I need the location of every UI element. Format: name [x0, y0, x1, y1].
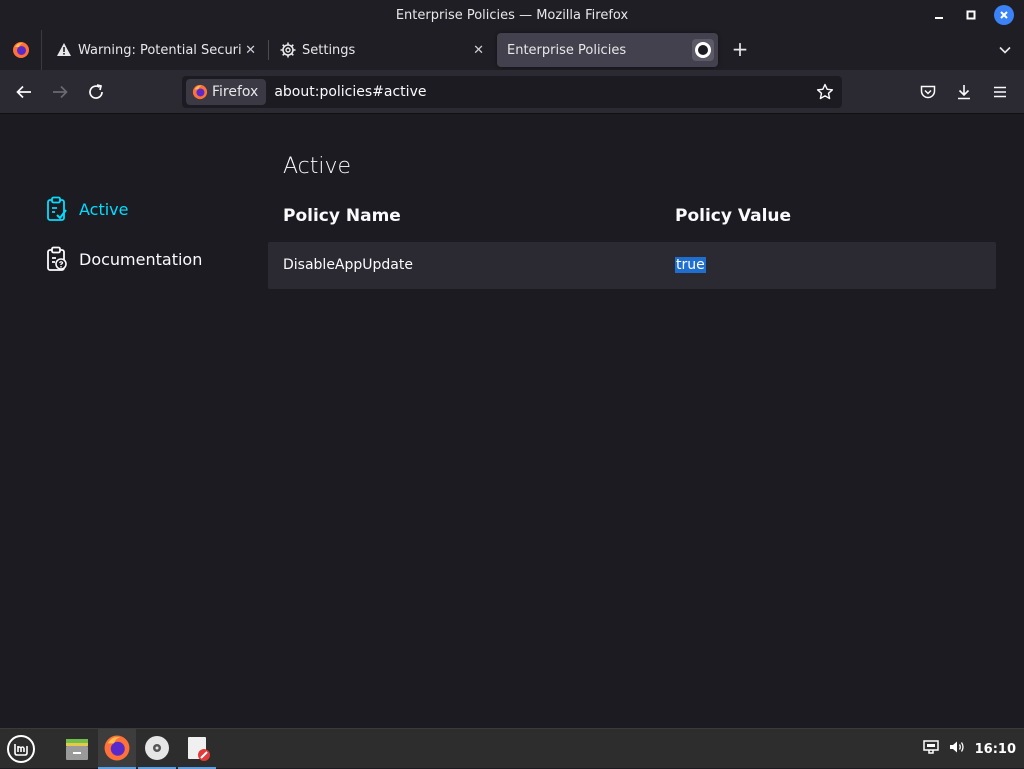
- minimize-icon: [935, 17, 943, 19]
- firefox-view-button[interactable]: [0, 30, 42, 70]
- bookmark-star-button[interactable]: [816, 83, 834, 105]
- url-text[interactable]: about:policies#active: [274, 84, 426, 100]
- files-app-button[interactable]: [58, 729, 96, 769]
- url-bar[interactable]: Firefox about:policies#active: [182, 76, 842, 108]
- clock[interactable]: 16:10: [975, 742, 1016, 757]
- back-arrow-icon: [16, 85, 31, 99]
- text-editor-icon: [188, 737, 210, 761]
- close-icon: [1000, 11, 1008, 19]
- column-header-policy-name: Policy Name: [283, 206, 401, 226]
- text-editor-app-button[interactable]: [178, 729, 216, 769]
- start-menu-button[interactable]: [2, 729, 40, 769]
- tab-strip: Warning: Potential Security Risk Ahead ✕…: [0, 30, 1024, 70]
- tab-enterprise-policies[interactable]: Enterprise Policies: [497, 33, 718, 67]
- close-window-button[interactable]: [994, 5, 1014, 25]
- page-content: Active Documentation Active Policy Name …: [0, 114, 1024, 728]
- pocket-button[interactable]: [918, 82, 938, 102]
- column-header-policy-value: Policy Value: [675, 206, 792, 226]
- close-tab-button[interactable]: ✕: [245, 43, 256, 58]
- policy-value-cell: true: [675, 257, 706, 273]
- taskbar: 16:10: [0, 728, 1024, 769]
- pocket-icon: [920, 85, 936, 99]
- sidebar-item-active[interactable]: Active: [46, 196, 129, 222]
- new-tab-button[interactable]: +: [730, 39, 750, 60]
- forward-arrow-icon: [53, 85, 68, 99]
- list-all-tabs-button[interactable]: [998, 42, 1012, 61]
- tab-security-warning[interactable]: Warning: Potential Security Risk Ahead ✕: [46, 33, 264, 67]
- download-icon: [958, 85, 970, 100]
- chevron-down-icon: [999, 46, 1011, 54]
- disc-app-button[interactable]: [138, 729, 176, 769]
- tab-label: Enterprise Policies: [507, 42, 627, 58]
- hamburger-menu-icon: [994, 86, 1006, 98]
- firefox-app-button[interactable]: [98, 729, 136, 769]
- navigation-toolbar: Firefox about:policies#active: [0, 70, 1024, 114]
- volume-icon[interactable]: [949, 740, 965, 758]
- reload-icon: [89, 84, 103, 99]
- tab-settings[interactable]: Settings ✕: [270, 33, 492, 67]
- forward-button[interactable]: [50, 82, 70, 102]
- tab-label: Settings: [302, 42, 356, 58]
- window-titlebar: Enterprise Policies — Mozilla Firefox: [0, 0, 1024, 30]
- clipboard-question-icon: [46, 246, 68, 272]
- gear-icon: [280, 42, 296, 58]
- warning-icon: [56, 42, 72, 58]
- policy-name-cell: DisableAppUpdate: [283, 257, 413, 273]
- star-icon: [816, 83, 834, 100]
- identity-box[interactable]: Firefox: [186, 79, 267, 105]
- sharing-indicator-icon[interactable]: [692, 39, 714, 61]
- firefox-icon: [104, 735, 130, 761]
- clipboard-check-icon: [46, 196, 68, 222]
- identity-label: Firefox: [212, 84, 259, 100]
- window-controls: [930, 5, 1014, 25]
- network-icon[interactable]: [922, 740, 939, 758]
- close-tab-button[interactable]: ✕: [473, 43, 484, 58]
- window-title: Enterprise Policies — Mozilla Firefox: [395, 7, 629, 23]
- sidebar-item-label: Documentation: [79, 249, 203, 269]
- app-menu-button[interactable]: [990, 82, 1010, 102]
- minimize-button[interactable]: [930, 6, 948, 24]
- table-row: DisableAppUpdate true: [268, 242, 996, 289]
- reload-button[interactable]: [86, 82, 106, 102]
- sidebar-item-label: Active: [79, 199, 129, 219]
- selected-text: true: [675, 257, 706, 273]
- mint-menu-icon: [7, 735, 35, 763]
- maximize-button[interactable]: [962, 6, 980, 24]
- page-title: Active: [283, 154, 352, 179]
- firefox-icon: [12, 42, 29, 58]
- tab-label: Warning: Potential Security Risk Ahead: [78, 42, 242, 58]
- files-icon: [66, 739, 88, 760]
- sidebar-item-documentation[interactable]: Documentation: [46, 246, 202, 272]
- maximize-icon: [966, 10, 976, 20]
- back-button[interactable]: [14, 82, 34, 102]
- tab-divider: [268, 40, 269, 60]
- disc-icon: [145, 736, 169, 760]
- downloads-button[interactable]: [954, 82, 974, 102]
- firefox-icon: [192, 84, 208, 100]
- system-tray: 16:10: [922, 729, 1016, 769]
